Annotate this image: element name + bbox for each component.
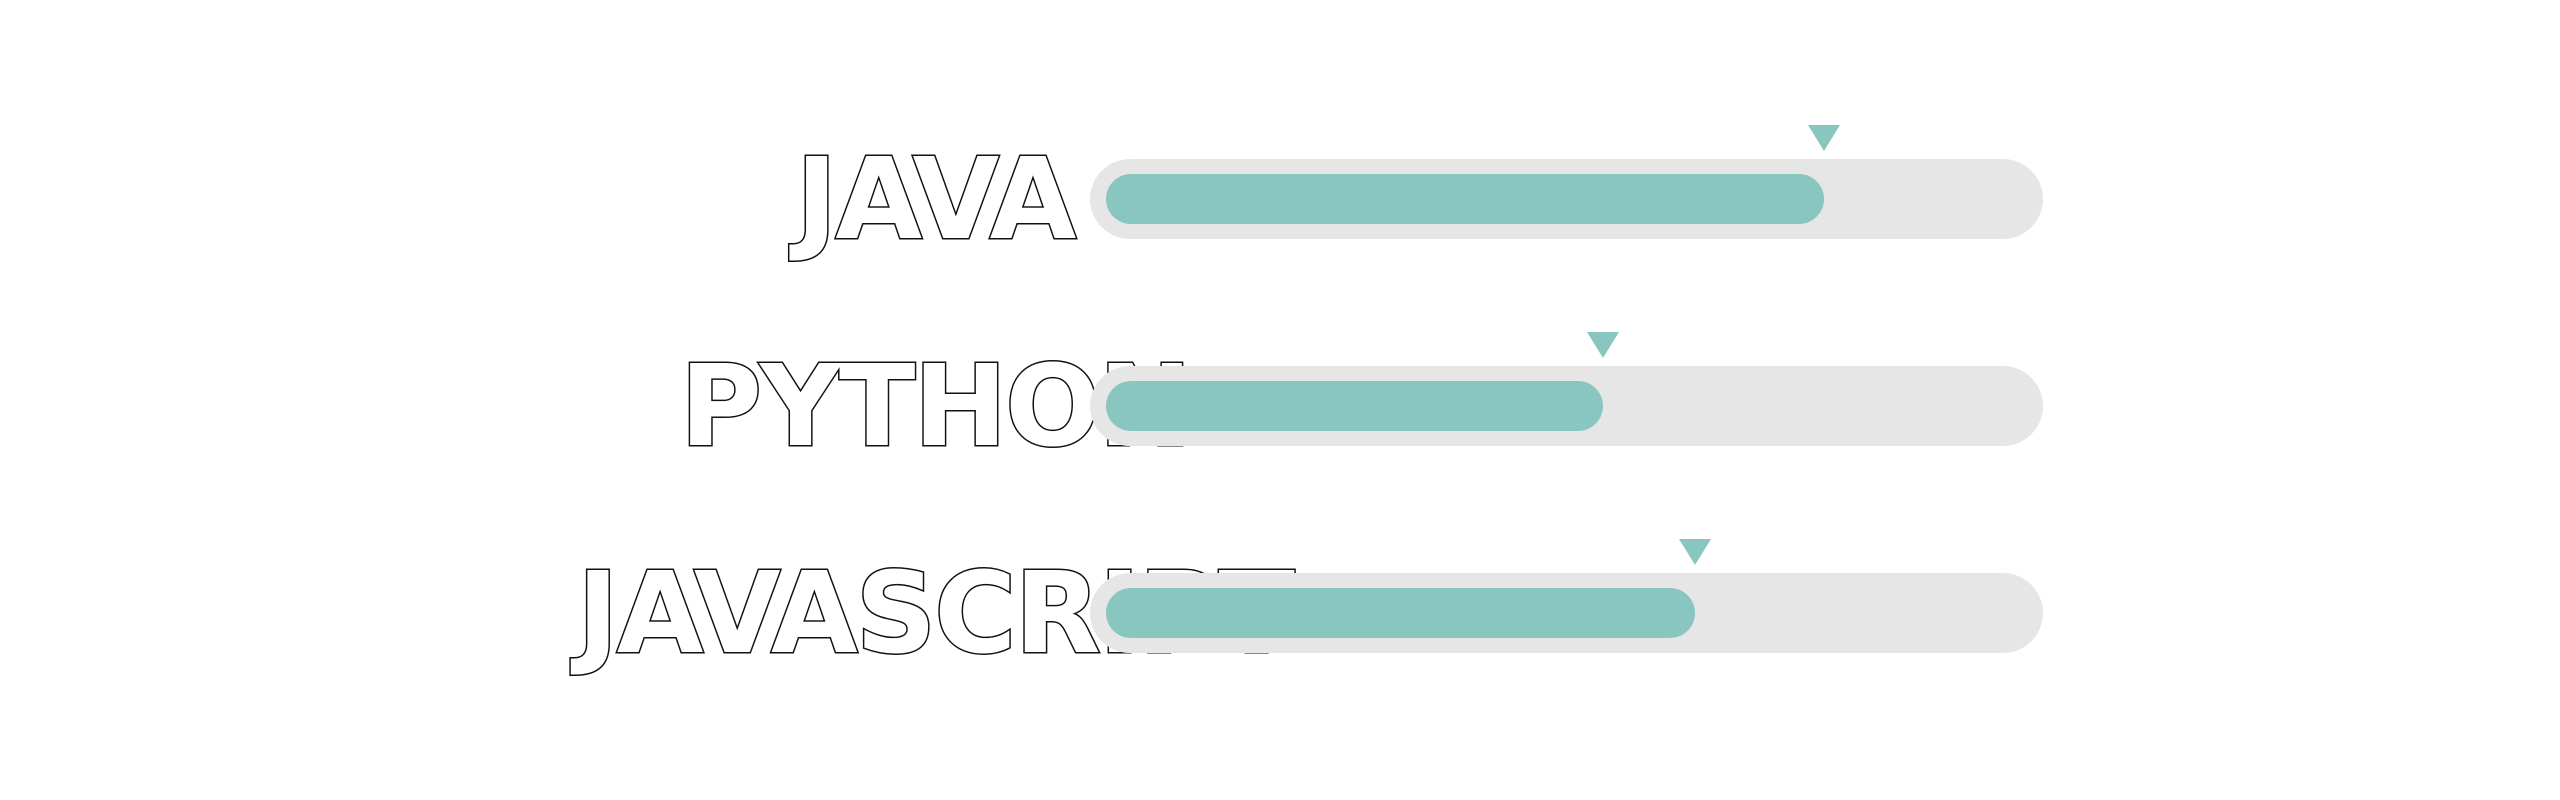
level-marker-icon	[1587, 332, 1620, 358]
skill-progress-fill	[1106, 381, 1604, 431]
skill-progress-track	[1090, 573, 2043, 653]
skill-progress-fill	[1106, 174, 1825, 224]
skill-row-javascript: JAVASCRIPT	[0, 539, 2560, 689]
skill-row-python: PYTHON	[0, 332, 2560, 482]
level-marker-icon	[1808, 125, 1841, 151]
skill-progress-fill	[1106, 588, 1696, 638]
skill-progress-track	[1090, 366, 2043, 446]
level-marker-icon	[1679, 539, 1712, 565]
skill-progress-track	[1090, 159, 2043, 239]
skill-row-java: JAVA	[0, 125, 2560, 275]
